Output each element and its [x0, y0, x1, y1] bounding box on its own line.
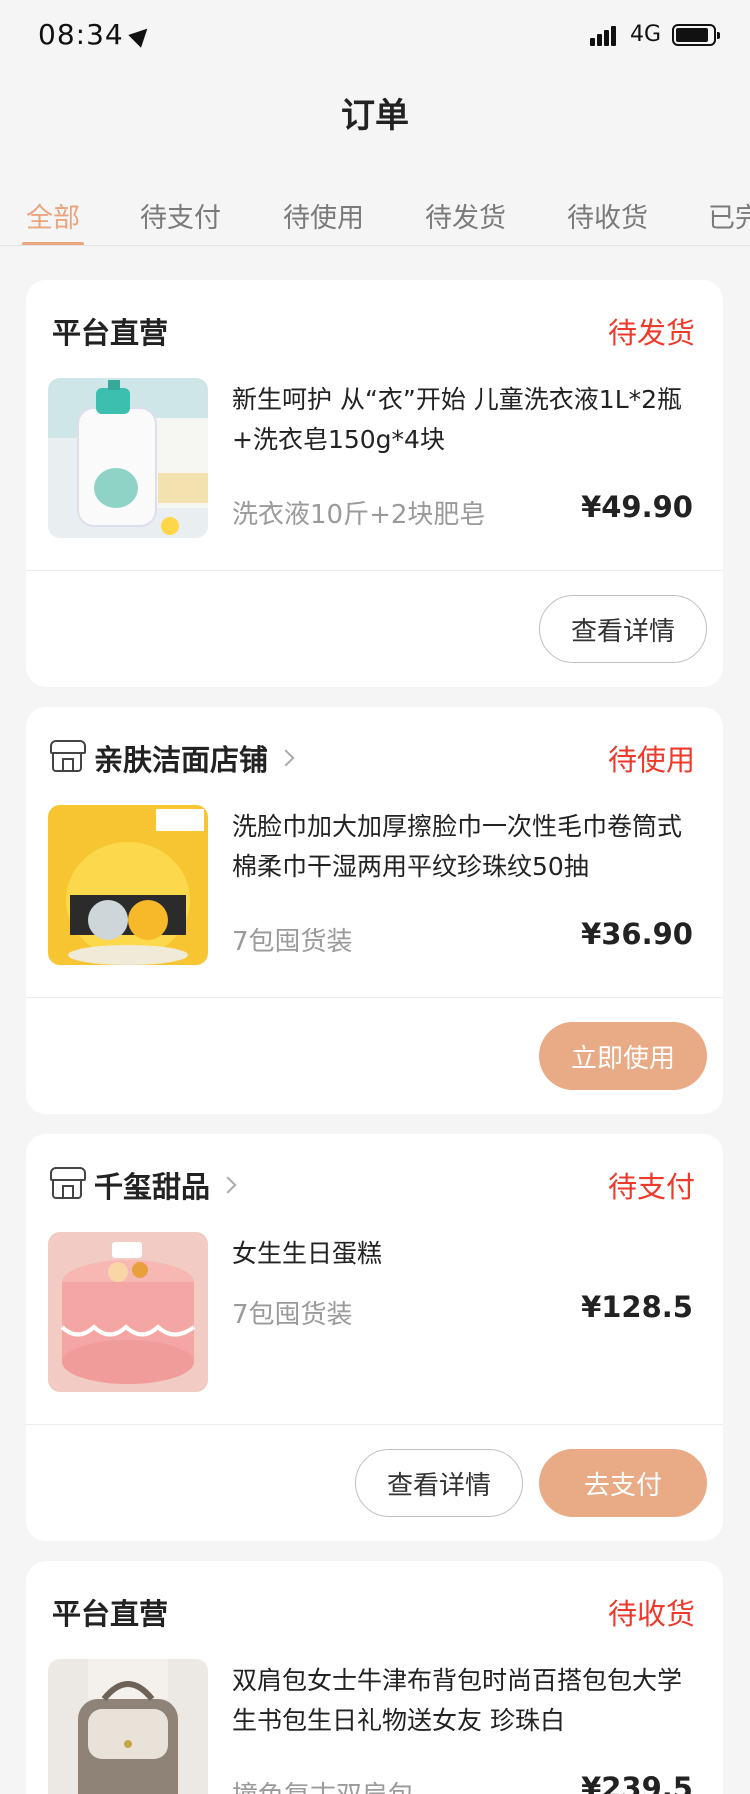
- tab-all[interactable]: 全部: [26, 196, 80, 235]
- view-details-button[interactable]: 查看详情: [539, 595, 707, 663]
- product-name[interactable]: 新生呵护 从“衣”开始 儿童洗衣液1L*2瓶+洗衣皂150g*4块: [232, 380, 702, 460]
- order-header: 亲肤洁面店铺 待使用: [26, 707, 723, 803]
- product-name[interactable]: 洗脸巾加大加厚擦脸巾一次性毛巾卷筒式棉柔巾干湿两用平纹珍珠纹50抽: [232, 807, 702, 887]
- tab-completed[interactable]: 已完: [708, 196, 750, 235]
- tab-pending-payment[interactable]: 待支付: [140, 196, 221, 235]
- tab-pending-use[interactable]: 待使用: [283, 196, 364, 235]
- store-icon: [50, 740, 86, 772]
- card-divider: [26, 1424, 723, 1425]
- shop-link[interactable]: 千玺甜品: [50, 1164, 237, 1206]
- product-name[interactable]: 女生生日蛋糕: [232, 1234, 702, 1274]
- network-label: 4G: [630, 22, 662, 47]
- order-status: 待支付: [607, 1170, 695, 1204]
- order-header: 平台直营 待发货: [26, 280, 723, 376]
- chevron-right-icon: [219, 1176, 237, 1194]
- card-divider: [26, 997, 723, 998]
- chevron-right-icon: [277, 749, 295, 767]
- order-status: 待发货: [607, 316, 695, 350]
- order-card[interactable]: 亲肤洁面店铺 待使用 洗脸巾加大加厚擦脸巾一次性毛巾卷筒式棉柔巾干湿两用平纹珍珠…: [26, 707, 723, 1114]
- location-arrow-icon: [128, 22, 154, 48]
- shop-name-label: 千玺甜品: [94, 1170, 211, 1204]
- product-price: ¥49.90: [581, 490, 693, 524]
- shop-name-label: 亲肤洁面店铺: [94, 743, 269, 777]
- status-bar: 08:34 4G: [0, 0, 750, 72]
- product-spec: 洗衣液10斤+2块肥皂: [232, 500, 486, 530]
- product-image[interactable]: [48, 378, 208, 538]
- product-spec: 撞色复古双肩包: [232, 1775, 414, 1794]
- signal-icon: [590, 24, 622, 46]
- product-image[interactable]: [48, 1232, 208, 1392]
- shop-name: 平台直营: [52, 1591, 168, 1633]
- pay-now-button[interactable]: 去支付: [539, 1449, 707, 1517]
- shop-name-label: 平台直营: [52, 1597, 169, 1631]
- store-icon: [50, 1167, 86, 1199]
- product-image[interactable]: [48, 805, 208, 965]
- order-header: 千玺甜品 待支付: [26, 1134, 723, 1230]
- view-details-button[interactable]: 查看详情: [355, 1449, 523, 1517]
- order-card[interactable]: 千玺甜品 待支付 女生生日蛋糕 7包囤货装 ¥128.5 查看详情 去支付: [26, 1134, 723, 1541]
- order-status: 待使用: [607, 743, 695, 777]
- shop-name-label: 平台直营: [52, 316, 169, 350]
- product-price: ¥36.90: [581, 917, 693, 951]
- shop-name: 平台直营: [52, 310, 168, 352]
- card-divider: [26, 570, 723, 571]
- order-card[interactable]: 平台直营 待发货 新生呵护 从“衣”开始 儿童洗衣液1L*2瓶+洗衣皂150g*…: [26, 280, 723, 687]
- status-time: 08:34: [38, 18, 124, 51]
- product-spec: 7包囤货装: [232, 1300, 353, 1330]
- page-title: 订单: [341, 96, 409, 136]
- product-price: ¥239.5: [581, 1771, 693, 1794]
- product-spec: 7包囤货装: [232, 927, 353, 957]
- order-card[interactable]: 平台直营 待收货 双肩包女士牛津布背包时尚百搭包包大学生书包生日礼物送女友 珍珠…: [26, 1561, 723, 1794]
- battery-icon: [672, 24, 720, 46]
- product-image[interactable]: [48, 1659, 208, 1794]
- order-status: 待收货: [607, 1597, 695, 1631]
- shop-link[interactable]: 亲肤洁面店铺: [50, 737, 295, 779]
- active-tab-indicator: [22, 242, 84, 245]
- use-now-button[interactable]: 立即使用: [539, 1022, 707, 1090]
- order-tabs: 全部 待支付 待使用 待发货 待收货 已完: [0, 190, 750, 246]
- product-price: ¥128.5: [581, 1290, 693, 1324]
- tab-pending-receipt[interactable]: 待收货: [567, 196, 648, 235]
- tab-pending-shipment[interactable]: 待发货: [425, 196, 506, 235]
- product-name[interactable]: 双肩包女士牛津布背包时尚百搭包包大学生书包生日礼物送女友 珍珠白: [232, 1661, 702, 1741]
- order-header: 平台直营 待收货: [26, 1561, 723, 1657]
